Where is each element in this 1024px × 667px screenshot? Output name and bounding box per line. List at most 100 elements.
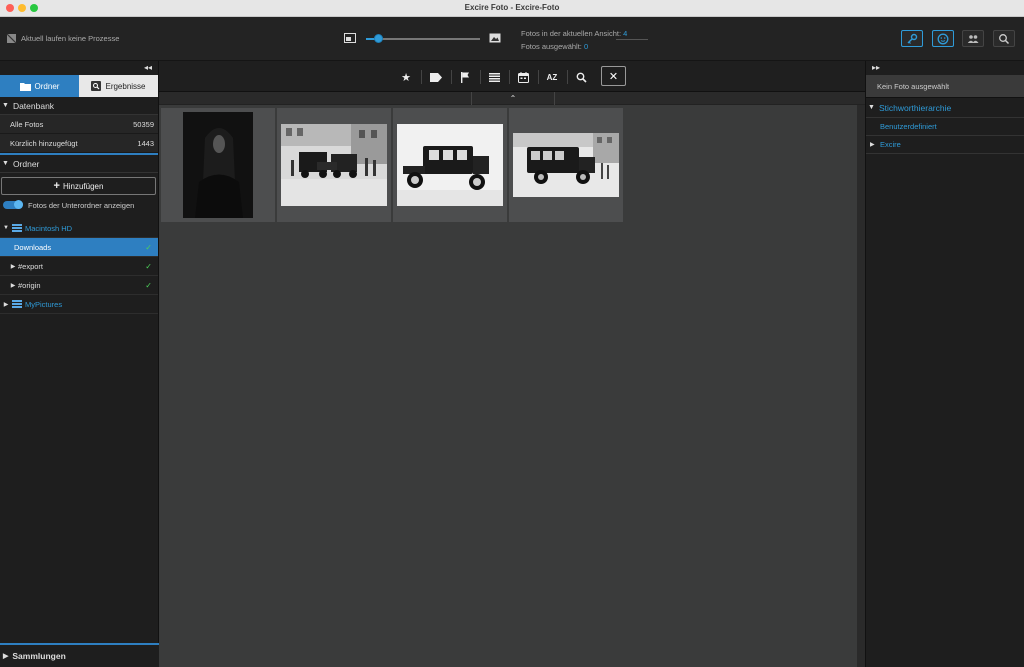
collections-title: Sammlungen [12, 651, 66, 661]
database-row-recent[interactable]: Kürzlich hinzugefügt 1443 [0, 134, 158, 153]
add-folder-label: Hinzufügen [62, 181, 104, 191]
calendar-icon[interactable] [515, 69, 531, 85]
tree-item-label: Macintosh HD [25, 223, 73, 233]
search-icon[interactable] [573, 69, 589, 85]
expand-triangle-icon: ▶ [3, 653, 9, 660]
folders-section-header[interactable]: ▼ Ordner [0, 155, 158, 173]
database-row-all-photos[interactable]: Alle Fotos 50359 [0, 115, 158, 134]
collapse-left-icon[interactable]: ◂◂ [144, 63, 152, 72]
photos-in-view-label: Fotos in der aktuellen Ansicht: [521, 29, 622, 38]
no-photo-selected: Kein Foto ausgewählt [866, 75, 1024, 97]
grid-scrollbar[interactable] [857, 105, 865, 667]
filter-collapse-bar: ⌃ [159, 92, 865, 105]
expand-triangle-icon[interactable]: ▶ [0, 282, 18, 289]
thumbnail-size-slider[interactable] [344, 32, 504, 46]
collapse-filter-button[interactable]: ⌃ [471, 92, 555, 105]
divider [567, 70, 568, 84]
close-icon: ✕ [608, 70, 619, 83]
keyword-item-custom[interactable]: Benutzerdefiniert [866, 118, 1024, 136]
subfolder-toggle[interactable] [3, 200, 23, 209]
row-count: 50359 [133, 119, 154, 129]
tree-item-macintosh-hd[interactable]: ▼ Macintosh HD [0, 219, 158, 238]
row-label: Kürzlich hinzugefügt [10, 138, 78, 148]
app-window: Excire Foto - Excire-Foto Aktuell laufen… [0, 0, 1024, 667]
folders-title: Ordner [12, 158, 40, 169]
keyword-search-button[interactable] [901, 30, 923, 47]
right-panel: ▸▸ Kein Foto ausgewählt ▼ Stichworthiera… [865, 61, 1024, 667]
photo-car-street [513, 133, 619, 197]
divider [451, 70, 452, 84]
photo-grid-area: ★ AZ ✕ ⌃ [159, 61, 865, 667]
plus-icon: + [53, 180, 60, 192]
collapse-right-icon[interactable]: ▸▸ [872, 63, 880, 72]
process-icon [6, 33, 17, 44]
left-tabs: Ordner Ergebnisse [0, 75, 158, 97]
slider-track[interactable] [366, 38, 480, 40]
tree-item-label: MyPictures [25, 299, 63, 309]
search-button[interactable] [993, 30, 1015, 47]
database-title: Datenbank [12, 100, 55, 111]
info-divider [616, 39, 648, 40]
tab-ergebnisse-label: Ergebnisse [105, 81, 146, 91]
left-panel-header: ◂◂ [0, 61, 158, 75]
tree-item-label: Downloads [14, 242, 52, 252]
tab-ergebnisse[interactable]: Ergebnisse [79, 75, 158, 97]
photos-selected-value: 0 [583, 42, 589, 51]
photos-selected-label: Fotos ausgewählt: [521, 42, 582, 51]
add-folder-button[interactable]: + Hinzufügen [1, 177, 156, 195]
keyword-item-label: Benutzerdefiniert [880, 122, 937, 131]
people-icon [967, 34, 979, 43]
tab-ordner-label: Ordner [34, 81, 60, 91]
sort-az-icon[interactable]: AZ [544, 69, 560, 85]
row-label: Alle Fotos [10, 119, 44, 129]
divider [480, 70, 481, 84]
row-count: 1443 [137, 138, 154, 148]
photo-thumbnail[interactable] [509, 108, 623, 222]
photo-thumbnail[interactable] [277, 108, 391, 222]
photo-portrait [183, 112, 253, 218]
people-button[interactable] [962, 30, 984, 47]
process-status-text: Aktuell laufen keine Prozesse [21, 34, 120, 43]
key-icon [907, 33, 918, 44]
list-icon[interactable] [486, 69, 502, 85]
divider [421, 70, 422, 84]
large-image-icon [489, 33, 501, 43]
keyword-hierarchy-header[interactable]: ▼ Stichworthierarchie [866, 98, 1024, 118]
clear-filter-button[interactable]: ✕ [601, 66, 626, 86]
face-search-button[interactable] [932, 30, 954, 47]
filter-toolbar: ★ AZ ✕ [159, 61, 865, 92]
tree-item-downloads[interactable]: Downloads ✓ [0, 238, 158, 257]
small-image-icon [344, 33, 356, 43]
expand-triangle-icon: ▼ [2, 160, 9, 167]
process-status: Aktuell laufen keine Prozesse [6, 33, 119, 44]
folder-icon [19, 82, 31, 91]
check-icon: ✓ [145, 280, 152, 290]
photo-thumbnail[interactable] [393, 108, 507, 222]
expand-triangle-icon[interactable]: ▶ [0, 301, 12, 308]
photo-thumbnail[interactable] [161, 108, 275, 222]
expand-triangle-icon: ▼ [2, 102, 9, 109]
collections-section-header[interactable]: ▶ Sammlungen [0, 643, 159, 667]
expand-triangle-icon[interactable]: ▶ [0, 263, 18, 270]
tree-item-mypictures[interactable]: ▶ MyPictures [0, 295, 158, 314]
view-info: Fotos in der aktuellen Ansicht: 4 Fotos … [521, 27, 648, 53]
expand-triangle-icon[interactable]: ▼ [0, 225, 12, 231]
disk-icon [12, 224, 22, 232]
check-icon: ✓ [145, 261, 152, 271]
keyword-hierarchy-title: Stichworthierarchie [878, 102, 952, 113]
tag-icon[interactable] [428, 69, 444, 85]
tree-item-label: #origin [18, 280, 41, 290]
tab-ordner[interactable]: Ordner [0, 75, 79, 97]
tree-item-export[interactable]: ▶ #export ✓ [0, 257, 158, 276]
subfolder-toggle-row: Fotos der Unterordner anzeigen [0, 195, 158, 215]
star-icon[interactable]: ★ [398, 69, 414, 85]
photo-street-carriages [281, 124, 387, 206]
database-section-header[interactable]: ▼ Datenbank [0, 97, 158, 115]
disk-icon [12, 300, 22, 308]
expand-triangle-icon[interactable]: ▶ [870, 141, 880, 148]
keyword-item-excire[interactable]: ▶ Excire [866, 136, 1024, 154]
tree-item-origin[interactable]: ▶ #origin ✓ [0, 276, 158, 295]
flag-icon[interactable] [457, 69, 473, 85]
slider-knob[interactable] [374, 34, 383, 43]
face-icon [937, 33, 949, 44]
